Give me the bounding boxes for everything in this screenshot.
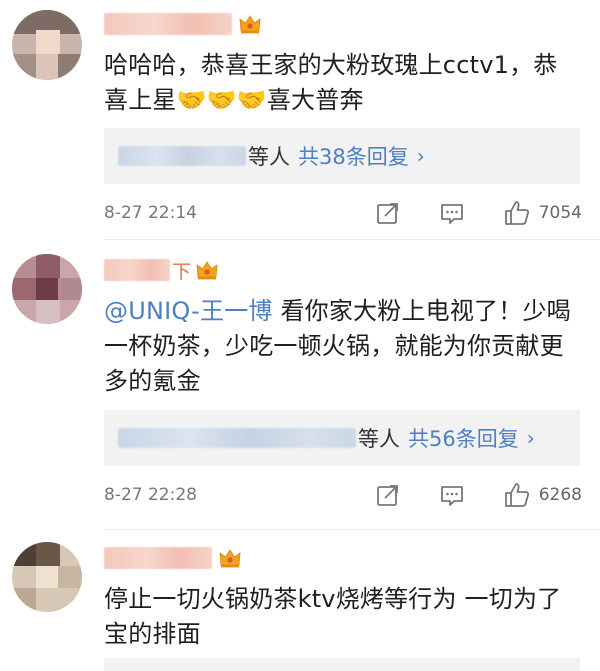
mention-link[interactable]: @UNIQ-王一博 (104, 297, 273, 325)
username-suffix: 下 (172, 260, 192, 283)
repost-button[interactable] (375, 200, 401, 226)
repost-icon (376, 203, 398, 224)
comment-icon (440, 204, 463, 224)
comment-button[interactable] (439, 200, 465, 226)
comment-icon (440, 486, 463, 506)
comment-button[interactable] (439, 482, 465, 508)
comment-meta: 8-27 22:28 6268 (104, 480, 582, 510)
username[interactable] (104, 10, 262, 38)
avatar[interactable] (12, 254, 82, 324)
avatar[interactable] (12, 10, 82, 80)
thumbs-up-icon (504, 201, 529, 225)
reply-names-blurred (118, 146, 246, 166)
like-button[interactable]: 6268 (503, 481, 582, 509)
username[interactable]: 下 (104, 256, 219, 284)
timestamp: 8-27 22:28 (104, 485, 197, 505)
reply-total[interactable]: 共56条回复 (408, 423, 519, 453)
like-button[interactable]: 7054 (503, 199, 582, 227)
reply-total[interactable]: 共38条回复 (298, 141, 409, 171)
chevron-right-icon: › (416, 144, 425, 168)
reply-people-suffix: 等人 (358, 427, 400, 451)
chevron-right-icon: › (526, 426, 535, 450)
crown-icon (219, 549, 241, 568)
avatar[interactable] (12, 542, 82, 612)
repost-button[interactable] (375, 482, 401, 508)
comment-item: 下 @UNIQ-王一博 看你家大粉上电视了！少喝一杯奶茶，少吃一顿火锅，就能为你… (0, 240, 600, 530)
crown-icon (239, 15, 261, 34)
reply-names-blurred (118, 428, 356, 448)
username-blurred (104, 259, 170, 281)
comment-text: 哈哈哈，恭喜王家的大粉玫瑰上cctv1，恭喜上星🤝🤝🤝喜大普奔 (104, 48, 580, 118)
thumbs-up-icon (504, 483, 529, 507)
like-count: 7054 (538, 203, 582, 223)
replies-summary[interactable]: 等人 共56条回复 › (104, 410, 580, 466)
timestamp: 8-27 22:14 (104, 203, 197, 223)
comment-body: 哈哈哈，恭喜王家的大粉玫瑰上cctv1，恭喜上星🤝🤝🤝喜大普奔 (104, 51, 558, 114)
comment-item: 哈哈哈，恭喜王家的大粉玫瑰上cctv1，恭喜上星🤝🤝🤝喜大普奔 等人 共38条回… (0, 0, 600, 240)
username[interactable] (104, 544, 242, 572)
comment-text: @UNIQ-王一博 看你家大粉上电视了！少喝一杯奶茶，少吃一顿火锅，就能为你贡献… (104, 294, 580, 399)
repost-icon (376, 485, 398, 506)
comment-text: 停止一切火锅奶茶ktv烧烤等行为 一切为了宝的排面 (104, 582, 580, 652)
like-count: 6268 (538, 485, 582, 505)
crown-icon (196, 261, 218, 280)
comment-meta: 8-27 22:14 7054 (104, 198, 582, 228)
replies-summary[interactable]: 等人 共38条回复 › (104, 128, 580, 184)
comment-body: 停止一切火锅奶茶ktv烧烤等行为 一切为了宝的排面 (104, 585, 562, 648)
username-blurred (104, 13, 232, 35)
username-blurred (104, 547, 212, 569)
reply-people-suffix: 等人 (248, 145, 290, 169)
replies-summary[interactable] (104, 658, 580, 671)
comment-item: 停止一切火锅奶茶ktv烧烤等行为 一切为了宝的排面 (0, 530, 600, 671)
